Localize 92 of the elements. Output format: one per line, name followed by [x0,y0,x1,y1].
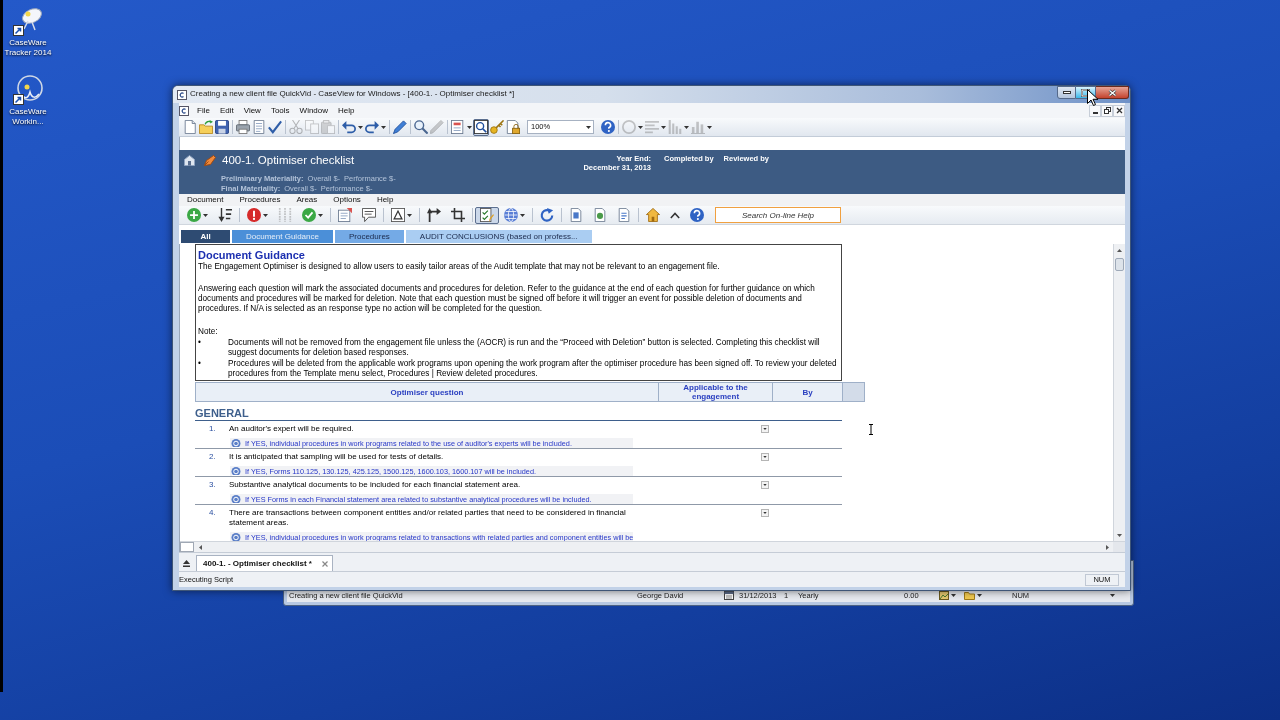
seal-icon [231,466,241,476]
eject-icon [183,560,190,567]
bullet-text: Documents will not be removed from the engagement file unless the (AOCR) is run and the “Proceed with Deletion” button is selected. Completing this checklist will suggest documents for deletion based responses. [228,338,821,358]
caret-icon [763,456,767,458]
search-field[interactable]: Search On-line Help [715,207,841,223]
answer-dropdown[interactable] [761,481,769,489]
form-button[interactable] [450,118,473,136]
menu-item[interactable]: File [192,105,215,116]
document-title: 400-1. Optimiser checklist [222,153,355,167]
app-icon [177,90,187,100]
restore-icon [1103,107,1111,114]
triangle-up-icon [1117,248,1122,252]
menu-item[interactable]: Help [368,195,402,205]
desktop-icon-label[interactable]: CaseWare Workin... [4,107,52,127]
question-number: 1. [208,424,217,434]
caret-icon [520,213,525,217]
blank-column-header [843,383,864,401]
question-text: Substantive analytical documents to be included for each financial statement area. [229,480,522,490]
menu-item[interactable]: Help [333,105,360,116]
section-heading: GENERAL [195,407,842,421]
text-cursor-icon [869,424,873,435]
eject-button[interactable] [183,560,190,567]
caret-icon [951,594,956,597]
section-heading: Document Guidance [198,249,306,262]
caret-icon [203,213,208,217]
caret-icon [661,125,666,129]
caret-icon [467,125,472,129]
caret-icon [1110,594,1115,597]
menu-item[interactable]: Document [179,195,232,205]
question-number: 4. [208,508,217,518]
paragraph: The Engagement Optimiser is designed to allow users to easily tailor areas of the Audit template that may not be relevant to an engagement file. [198,262,721,272]
scrollbar-thumb[interactable] [1115,258,1124,271]
caret-icon [638,125,643,129]
caret-icon [977,594,982,597]
paragraph: Answering each question will mark the associated documents and procedures for deletion. Refer to the guidance at the end of each question for further guidance on which documents and procedures will be marked for deletion. Note that each question must be signed off before it will trigger an event for possible deletion of documents and procedures. If N/A is selected as an response type no action will be completed for the question. [198,284,816,314]
menu-item[interactable]: Procedures [231,195,289,205]
column-header: Applicable to the engagement [659,383,773,401]
menu-item[interactable]: Edit [214,105,239,116]
window-title: Creating a new client file QuickVid - CaseView for Windows - [400-1. - Optimiser checklist *] [190,89,515,99]
caret-icon [707,125,712,129]
bullet-marker: • [198,359,202,370]
menu-item[interactable]: Window [294,105,334,116]
tab[interactable]: Procedures [334,230,404,243]
tab-close-button[interactable] [321,560,328,567]
note-label: Note: [198,327,219,337]
answer-dropdown[interactable] [761,425,769,433]
minimize-icon [1062,91,1071,94]
question-number: 2. [208,452,217,462]
document-tab[interactable]: 400-1. - Optimiser checklist * [196,555,333,571]
desktop-icon-label[interactable]: CaseWare Tracker 2014 [4,38,52,58]
bullet-text: Procedures will be deleted from the applicable work programs upon opening the work program after the optimiser procedure has been signed off. To review your deleted procedures from the Template menu select, Procedures | Review deleted procedures. [228,359,838,379]
caret-icon [586,125,591,129]
menu-item[interactable]: Tools [265,105,295,116]
caret-icon [407,213,412,217]
question-text: There are transactions between component entities and/or related parties that need to be considered in financial statement areas. [229,508,627,528]
menu-item[interactable]: View [238,105,266,116]
menu-item[interactable]: Areas [288,195,326,205]
menu-item[interactable]: Options [325,195,369,205]
triangle-left-icon [198,544,202,550]
caret-icon [763,428,767,430]
building-icon [184,154,195,166]
bullet-marker: • [198,338,202,349]
close-button[interactable] [1096,86,1129,99]
minimize-button[interactable] [1057,86,1076,99]
close-icon [1115,107,1123,114]
answer-dropdown[interactable] [761,453,769,461]
caret-icon [763,512,767,514]
restore-button[interactable] [1101,104,1113,117]
triangle-down-icon [1117,533,1122,537]
question-number: 3. [208,480,217,490]
pen-tool-icon [204,154,216,166]
caret-icon [381,125,386,129]
checklist-button[interactable] [475,206,499,224]
seal-icon [231,438,241,448]
caret-icon [684,125,689,129]
caret-icon [318,213,323,217]
tab[interactable]: All [181,230,230,243]
seal-icon [231,494,241,504]
caret-icon [358,125,363,129]
question-text: It is anticipated that sampling will be used for tests of details. [229,452,445,462]
caret-icon [263,213,268,217]
caret-icon [763,484,767,486]
dish-icon[interactable] [13,6,43,36]
ring-icon[interactable] [13,75,43,105]
tab[interactable]: AUDIT CONCLUSIONS (based on profess... [405,230,592,243]
close-icon [1107,88,1117,97]
column-header: Optimiser question [196,383,659,401]
triangle-right-icon [1105,544,1109,550]
question-text: An auditor's expert will be required. [229,424,355,434]
answer-dropdown[interactable] [761,509,769,517]
close-icon [321,560,328,567]
maximize-icon [1081,88,1090,97]
